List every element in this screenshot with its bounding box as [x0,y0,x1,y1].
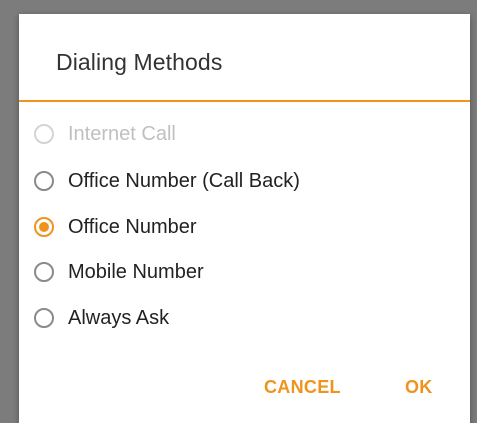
radio-mobile-number-icon[interactable] [34,262,54,282]
cancel-button[interactable]: CANCEL [264,377,341,398]
radio-office-number-call-back-icon[interactable] [34,171,54,191]
ok-button[interactable]: OK [405,377,433,398]
option-always-ask[interactable]: Always Ask [34,303,169,333]
option-internet-call: Internet Call [34,119,176,149]
option-always-ask-label: Always Ask [68,306,170,329]
option-office-number-label: Office Number [68,215,197,238]
option-internet-call-label: Internet Call [68,122,176,145]
dialog-title: Dialing Methods [56,49,223,75]
option-mobile-number[interactable]: Mobile Number [34,257,204,287]
option-office-number[interactable]: Office Number [34,212,197,242]
title-divider [19,100,470,102]
option-mobile-number-label: Mobile Number [68,260,204,283]
dialing-methods-dialog: Dialing Methods Internet Call Office Num… [19,14,470,423]
radio-always-ask-icon[interactable] [34,308,54,328]
radio-internet-call-icon [34,124,54,144]
option-office-number-call-back-label: Office Number (Call Back) [68,169,300,192]
radio-office-number-icon[interactable] [34,217,54,237]
option-office-number-call-back[interactable]: Office Number (Call Back) [34,166,300,196]
